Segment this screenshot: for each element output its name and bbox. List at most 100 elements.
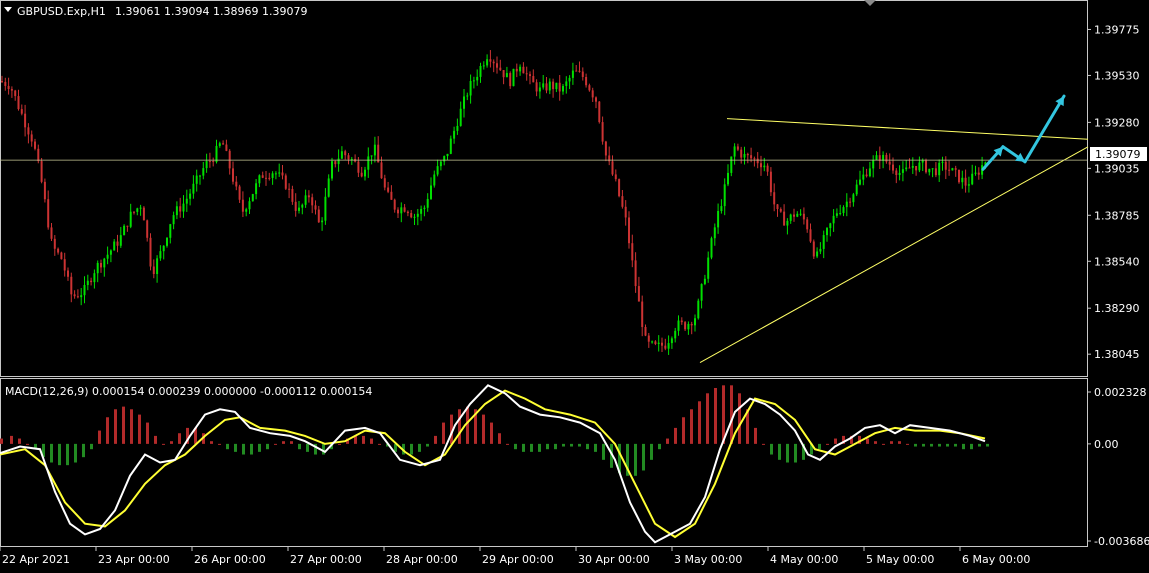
macd-tick-label: -0.003686: [1094, 535, 1149, 548]
candle: [618, 178, 621, 198]
macd-histogram-bar: [738, 393, 741, 444]
time-tick-label: 23 Apr 00:00: [98, 553, 170, 566]
macd-histogram-bar: [122, 406, 125, 444]
macd-histogram-bar: [938, 443, 941, 447]
macd-histogram-bar: [714, 387, 717, 444]
macd-histogram-bar: [730, 385, 733, 444]
macd-histogram-bar: [322, 443, 325, 455]
macd-histogram-bar: [114, 409, 117, 444]
candle: [958, 169, 960, 184]
price-tick-label: 1.39035: [1094, 162, 1140, 175]
macd-histogram-bar: [754, 427, 757, 444]
macd-histogram-bar: [66, 443, 69, 466]
macd-histogram-bar: [498, 433, 501, 444]
macd-histogram-bar: [250, 443, 253, 455]
macd-histogram-bar: [682, 417, 685, 444]
macd-histogram-bar: [970, 443, 973, 450]
macd-histogram-bar: [490, 422, 493, 444]
macd-histogram-bar: [906, 443, 909, 445]
macd-histogram-bar: [58, 443, 61, 466]
time-tick-label: 4 May 00:00: [770, 553, 838, 566]
macd-histogram-bar: [578, 443, 581, 447]
macd-histogram-bar: [442, 422, 445, 444]
macd-histogram-bar: [370, 438, 373, 444]
macd-histogram-bar: [266, 443, 269, 450]
candle: [951, 167, 954, 171]
chart-canvas[interactable]: 1.39775 1.39530 1.39280 1.39035 1.38785 1.385…: [0, 0, 1149, 569]
macd-histogram-bar: [786, 443, 789, 463]
macd-histogram-bar: [762, 443, 765, 445]
macd-histogram-bar: [338, 443, 341, 445]
macd-histogram-bar: [962, 443, 965, 450]
macd-histogram-bar: [874, 441, 877, 444]
macd-histogram-bar: [434, 435, 437, 444]
price-tick-label: 1.39280: [1094, 116, 1140, 129]
macd-histogram-bar: [954, 443, 957, 447]
macd-label: MACD(12,26,9) 0.000154 0.000239 0.000000…: [5, 385, 372, 398]
macd-histogram-bar: [882, 443, 885, 445]
macd-histogram-bar: [978, 443, 981, 447]
macd-histogram-bar: [770, 443, 773, 455]
price-tick-label: 1.38540: [1094, 255, 1140, 268]
macd-histogram-bar: [458, 409, 461, 444]
symbol-label: GBPUSD.Exp,H1: [17, 5, 106, 18]
macd-histogram-bar: [594, 443, 597, 452]
macd-histogram-bar: [74, 443, 77, 463]
macd-histogram-bar: [642, 443, 645, 471]
macd-histogram-bar: [930, 443, 933, 447]
macd-histogram-bar: [138, 414, 141, 444]
candle: [251, 193, 254, 202]
macd-histogram-bar: [722, 385, 725, 444]
macd-histogram-bar: [378, 443, 381, 445]
price-tick-label: 1.38785: [1094, 209, 1140, 222]
macd-histogram-bar: [506, 443, 509, 445]
macd-histogram-bar: [290, 441, 293, 444]
macd-histogram-bar: [226, 443, 229, 450]
macd-histogram-bar: [426, 443, 429, 447]
macd-histogram-bar: [10, 435, 13, 444]
macd-histogram-bar: [586, 443, 589, 450]
candle: [40, 157, 43, 184]
macd-histogram-bar: [18, 438, 21, 444]
macd-histogram-bar: [274, 443, 277, 445]
candle: [60, 251, 63, 260]
macd-histogram-bar: [514, 443, 517, 450]
time-tick-label: 22 Apr 2021: [2, 553, 70, 566]
macd-histogram-bar: [890, 441, 893, 444]
macd-histogram-bar: [50, 443, 53, 463]
macd-histogram-bar: [146, 422, 149, 444]
macd-histogram-bar: [530, 443, 533, 452]
macd-histogram-bar: [602, 443, 605, 460]
macd-histogram-bar: [922, 443, 925, 447]
time-tick-label: 29 Apr 00:00: [482, 553, 554, 566]
price-tick-label: 1.38290: [1094, 302, 1140, 315]
macd-histogram-bar: [690, 409, 693, 444]
current-price-label: 1.39079: [1095, 148, 1141, 161]
macd-histogram-bar: [826, 443, 829, 445]
macd-histogram-bar: [554, 443, 557, 450]
macd-histogram-bar: [706, 393, 709, 444]
macd-histogram-bar: [130, 409, 133, 444]
macd-histogram-bar: [90, 443, 93, 450]
macd-histogram-bar: [546, 443, 549, 450]
macd-tick-label: 0.002328: [1094, 386, 1147, 399]
macd-histogram-bar: [26, 443, 29, 445]
candle: [925, 158, 927, 174]
candle: [710, 236, 713, 260]
macd-histogram-bar: [698, 401, 701, 444]
macd-histogram-bar: [562, 443, 565, 447]
time-tick-label: 5 May 00:00: [866, 553, 934, 566]
time-tick-label: 30 Apr 00:00: [578, 553, 650, 566]
macd-histogram-bar: [538, 443, 541, 452]
macd-histogram-bar: [570, 443, 573, 447]
macd-histogram-bar: [946, 443, 949, 447]
macd-histogram-bar: [778, 443, 781, 460]
trading-chart[interactable]: 1.39775 1.39530 1.39280 1.39035 1.38785 1.385…: [0, 0, 1149, 569]
macd-histogram-bar: [898, 441, 901, 444]
price-tick-label: 1.39530: [1094, 69, 1140, 82]
macd-histogram-bar: [306, 443, 309, 452]
time-tick-label: 27 Apr 00:00: [290, 553, 362, 566]
candle: [331, 157, 333, 181]
macd-histogram-bar: [410, 443, 413, 455]
macd-histogram-bar: [0, 438, 3, 444]
